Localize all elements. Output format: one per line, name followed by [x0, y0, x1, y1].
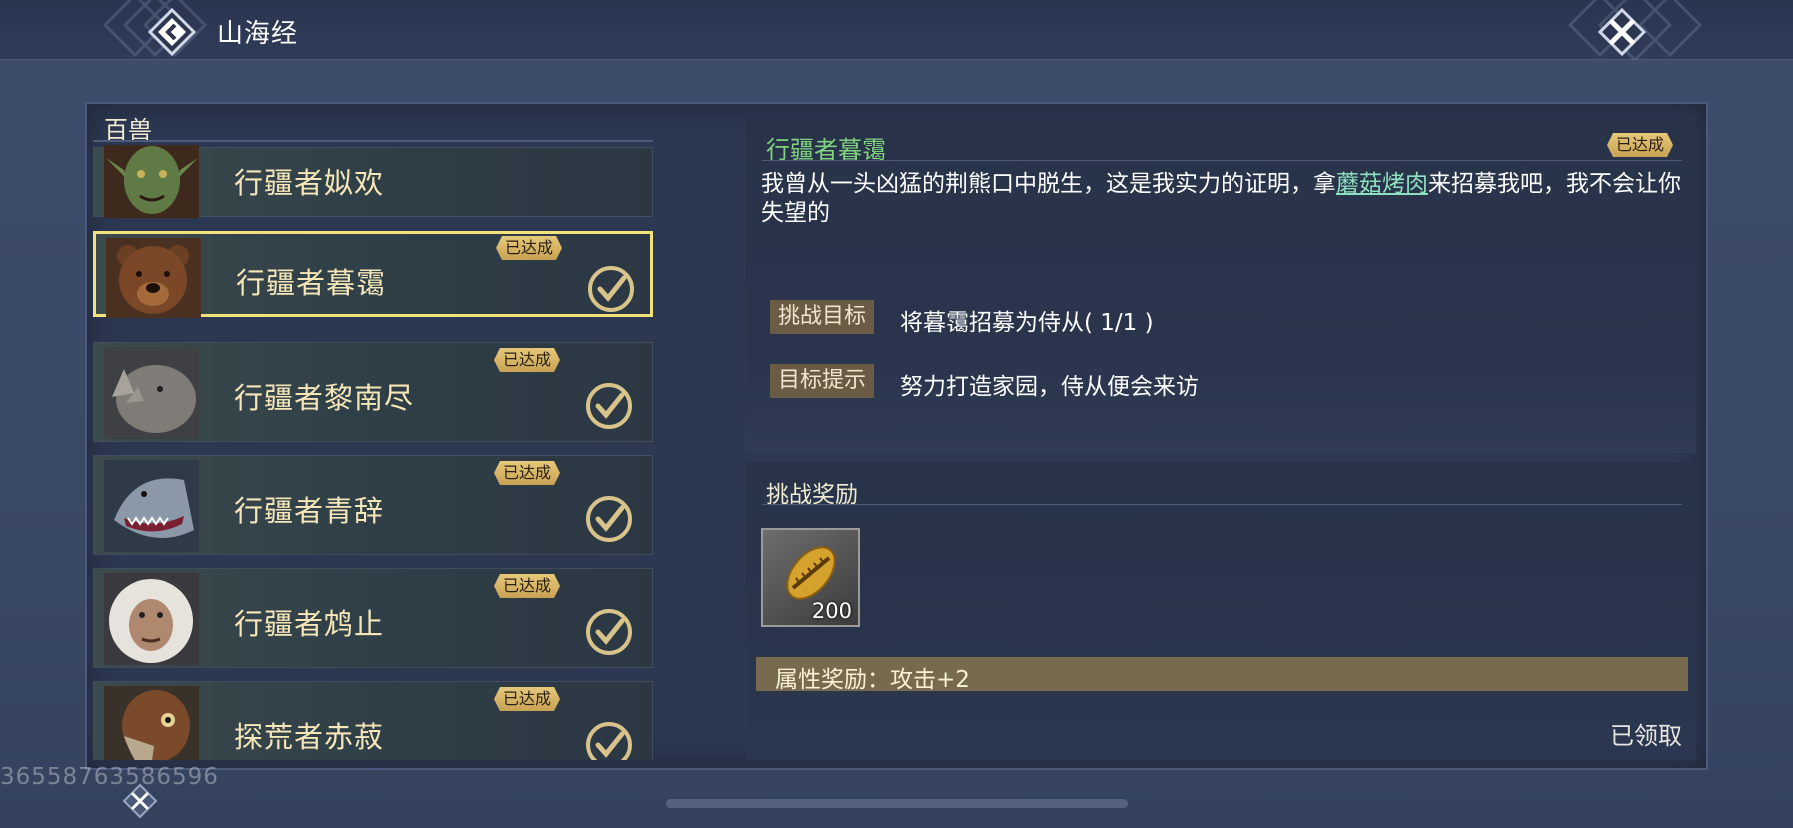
attribute-reward: 属性奖励：攻击+2 [775, 667, 970, 693]
list-item[interactable]: 探荒者赤菽 已达成 [93, 681, 653, 760]
description-text: 我曾从一头凶猛的荆熊口中脱生，这是我实力的证明，拿 [761, 171, 1336, 197]
list-item[interactable]: 行疆者黎南尽 已达成 [93, 342, 653, 442]
item-link[interactable]: 蘑菇烤肉 [1336, 171, 1428, 197]
screen: { "header": { "title": "山海经", "back_icon… [0, 0, 1793, 828]
top-bar: 山海经 [0, 0, 1793, 60]
claimed-status: 已领取 [1610, 722, 1682, 750]
goal-value: 将暮霭招募为侍从( 1/1 ) [900, 310, 1154, 336]
item-name: 行疆者暮霭 [236, 266, 387, 300]
divider [762, 160, 1682, 161]
divider [93, 140, 653, 142]
item-name: 行疆者鸩止 [234, 607, 385, 641]
goblin-portrait [104, 145, 199, 218]
check-icon [586, 722, 632, 760]
list-item[interactable]: 行疆者青辞 已达成 [93, 455, 653, 555]
bear-portrait [106, 238, 201, 318]
achieved-badge: 已达成 [494, 574, 560, 598]
reward-quantity: 200 [811, 599, 852, 623]
detail-card [746, 115, 1696, 453]
detail-description: 我曾从一头凶猛的荆熊口中脱生，这是我实力的证明，拿蘑菇烤肉来招募我吧，我不会让你… [761, 170, 1681, 228]
reward-item[interactable]: 200 [761, 528, 860, 627]
rhino-portrait [104, 347, 199, 439]
divider [762, 504, 1682, 505]
close-icon[interactable] [122, 783, 158, 819]
item-name: 探荒者赤菽 [234, 720, 385, 754]
page-title: 山海经 [217, 19, 299, 49]
hint-label: 目标提示 [770, 364, 875, 398]
gold-shell-icon [786, 546, 836, 600]
home-indicator[interactable] [666, 799, 1128, 808]
achieved-badge: 已达成 [494, 461, 560, 485]
shark-portrait [104, 460, 199, 552]
item-name: 行疆者青辞 [234, 494, 385, 528]
item-name: 行疆者黎南尽 [234, 381, 415, 415]
ape-portrait [104, 573, 199, 665]
item-name: 行疆者姒欢 [234, 166, 385, 200]
achieved-badge: 已达成 [494, 348, 560, 372]
close-icon[interactable] [1598, 8, 1646, 56]
back-arrow-icon[interactable] [148, 8, 196, 56]
achieved-badge: 已达成 [496, 236, 562, 260]
reward-card [746, 462, 1696, 760]
check-icon [586, 496, 632, 542]
achieved-badge: 已达成 [1607, 133, 1673, 157]
creature-list[interactable]: 行疆者姒欢 行疆者暮霭 已达成 行疆者黎南尽 已达成 行疆者青辞 已达成 行疆者… [93, 145, 655, 760]
watermark: 365587635865​96 [0, 764, 219, 790]
bird-portrait [104, 686, 199, 760]
list-item[interactable]: 行疆者姒欢 [93, 145, 653, 218]
goal-label: 挑战目标 [770, 300, 875, 334]
achieved-badge: 已达成 [494, 687, 560, 711]
check-icon [586, 609, 632, 655]
check-icon [586, 383, 632, 429]
hint-value: 努力打造家园，侍从便会来访 [900, 374, 1199, 400]
check-icon [588, 266, 634, 312]
list-item[interactable]: 行疆者鸩止 已达成 [93, 568, 653, 668]
list-item-selected[interactable]: 行疆者暮霭 已达成 [93, 231, 653, 318]
